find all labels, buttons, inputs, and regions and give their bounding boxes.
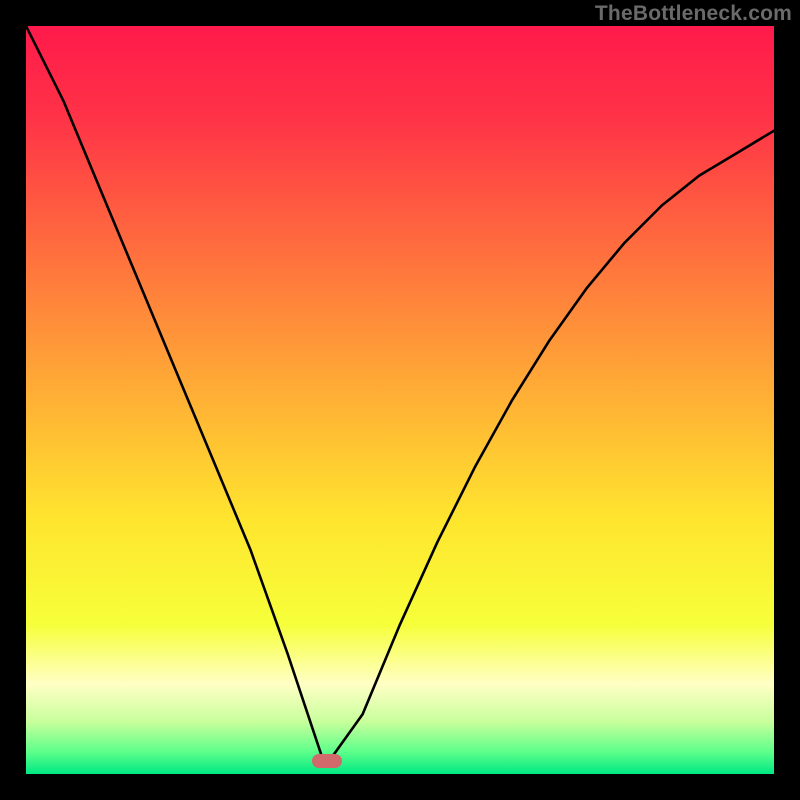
- outer-frame: TheBottleneck.com: [0, 0, 800, 800]
- bottleneck-curve: [26, 26, 774, 774]
- plot-area: [26, 26, 774, 774]
- optimum-marker: [312, 754, 342, 768]
- watermark-text: TheBottleneck.com: [595, 2, 792, 26]
